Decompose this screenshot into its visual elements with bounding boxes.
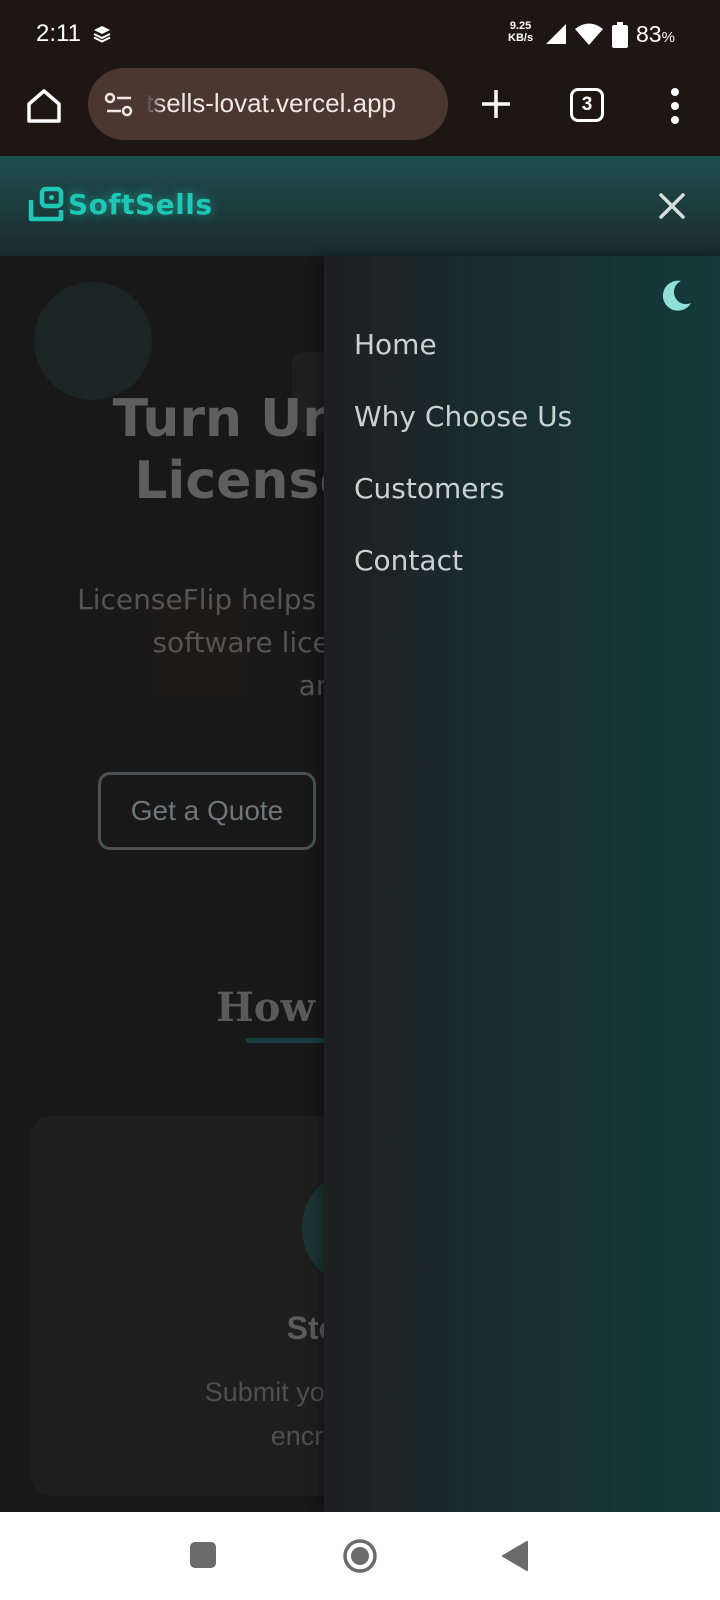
wifi-icon — [575, 23, 603, 45]
plus-icon[interactable] — [474, 82, 518, 126]
section-title: How — [216, 984, 315, 1031]
tab-switcher-button[interactable]: 3 — [570, 88, 604, 122]
status-time: 2:11 — [36, 20, 81, 47]
cell-signal-icon — [546, 24, 566, 44]
nav-drawer: Home Why Choose Us Customers Contact — [324, 256, 720, 1512]
get-quote-button[interactable]: Get a Quote — [98, 772, 316, 850]
more-vert-icon[interactable] — [660, 84, 690, 128]
network-speed-unit: KB/s — [508, 32, 534, 44]
system-nav-bar — [0, 1512, 720, 1600]
status-bar: 2:11 9.25 KB/s 83% — [0, 0, 720, 68]
nav-item-home[interactable]: Home — [354, 308, 572, 380]
site-logo[interactable]: SoftSells — [28, 186, 213, 222]
close-icon[interactable] — [652, 186, 692, 226]
battery-percent-value: 83 — [636, 21, 662, 47]
layers-icon — [93, 26, 111, 43]
site-header: SoftSells — [0, 156, 720, 256]
nav-item-customers[interactable]: Customers — [354, 452, 572, 524]
decorative-blob — [34, 282, 152, 400]
moon-icon[interactable] — [658, 278, 694, 314]
battery-percent: 83% — [636, 21, 675, 48]
url-text[interactable]: tsells-lovat.vercel.app — [146, 88, 436, 119]
recents-button[interactable] — [190, 1542, 216, 1568]
network-speed-value: 9.25 — [509, 20, 532, 32]
battery-percent-unit: % — [661, 29, 675, 46]
battery-icon — [612, 22, 628, 48]
home-nav-icon[interactable] — [342, 1538, 378, 1574]
home-button[interactable] — [22, 84, 66, 128]
home-icon — [27, 89, 61, 123]
nav-list: Home Why Choose Us Customers Contact — [354, 308, 572, 596]
site-info-icon[interactable] — [104, 92, 134, 118]
section-underline — [246, 1038, 336, 1043]
browser-toolbar: tsells-lovat.vercel.app 3 — [0, 68, 720, 156]
network-speed: 9.25 KB/s — [508, 20, 533, 44]
address-bar[interactable]: tsells-lovat.vercel.app — [88, 68, 448, 140]
nav-item-why-choose-us[interactable]: Why Choose Us — [354, 380, 572, 452]
logo-text: SoftSells — [68, 187, 213, 221]
back-icon[interactable] — [500, 1540, 530, 1572]
logo-mark-icon — [28, 186, 64, 222]
nav-item-contact[interactable]: Contact — [354, 524, 572, 596]
tab-count: 3 — [581, 94, 593, 115]
